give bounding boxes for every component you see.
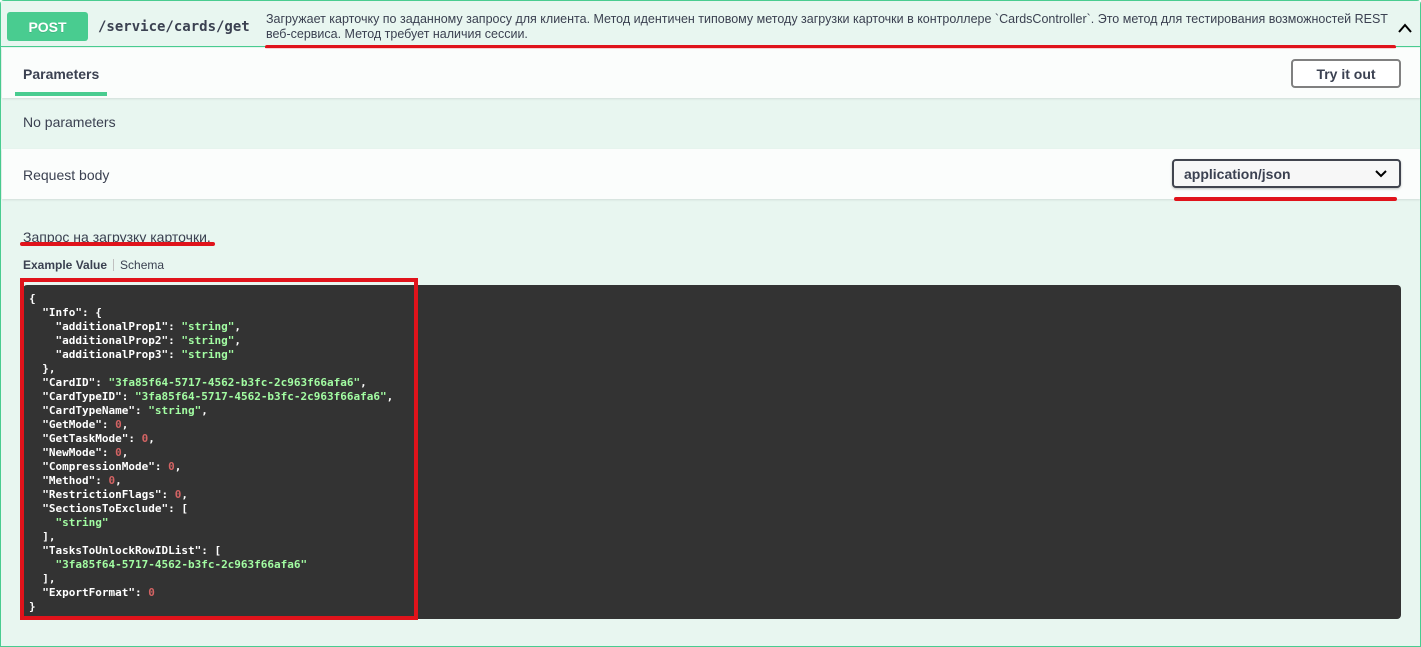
operation-block: POST /service/cards/get Загружает карточ… <box>0 0 1421 647</box>
tab-divider <box>113 259 115 271</box>
operation-description: Загружает карточку по заданному запросу … <box>266 12 1388 41</box>
tab-active-indicator <box>15 92 107 96</box>
annotation-underline-request-description <box>20 242 215 246</box>
tab-schema[interactable]: Schema <box>120 258 164 272</box>
annotation-underline-content-type <box>1174 197 1397 201</box>
parameters-header: Parameters Try it out <box>2 48 1420 98</box>
chevron-down-icon <box>1375 170 1387 178</box>
operation-summary[interactable]: POST /service/cards/get Загружает карточ… <box>1 1 1420 47</box>
endpoint-path: /service/cards/get <box>98 19 250 35</box>
example-schema-tabs: Example Value Schema <box>23 258 164 272</box>
tab-parameters[interactable]: Parameters <box>23 66 99 82</box>
tab-example-value[interactable]: Example Value <box>23 258 107 272</box>
content-type-select[interactable]: application/json <box>1172 159 1401 188</box>
content-type-value: application/json <box>1184 165 1291 182</box>
try-it-out-button[interactable]: Try it out <box>1291 59 1401 88</box>
chevron-up-icon[interactable] <box>1397 21 1413 35</box>
request-body-header: Request body application/json <box>2 149 1420 199</box>
method-badge: POST <box>7 12 88 41</box>
annotation-frame-example <box>20 278 418 620</box>
request-body-title: Request body <box>23 167 110 183</box>
no-parameters-text: No parameters <box>23 114 116 130</box>
